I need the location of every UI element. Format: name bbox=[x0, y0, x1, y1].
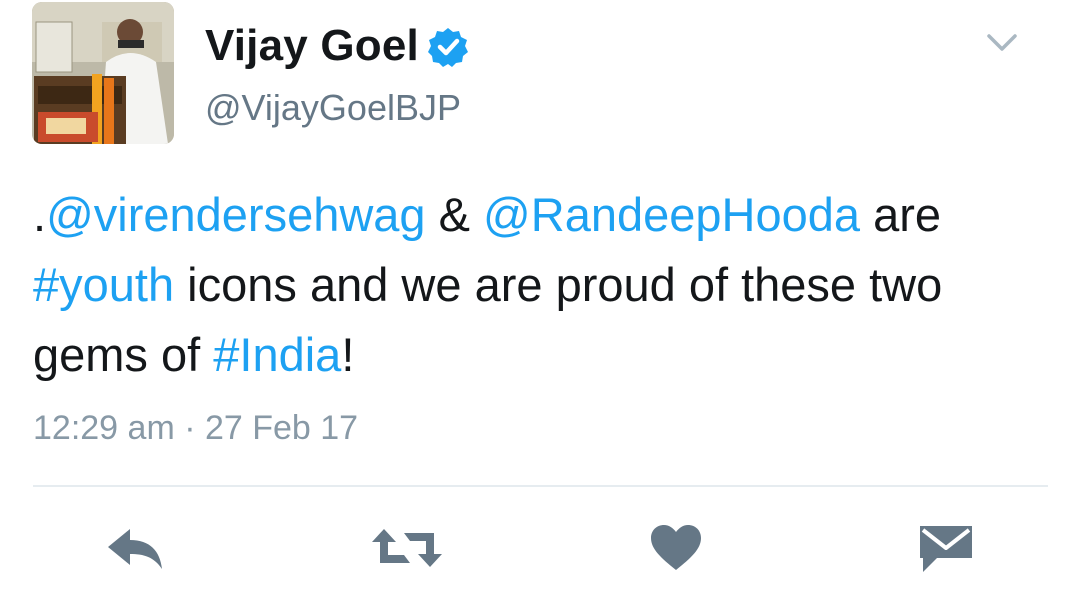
retweet-icon bbox=[372, 529, 442, 567]
direct-message-button[interactable] bbox=[914, 520, 978, 576]
tweet-card: Vijay Goel @VijayGoelBJP .@virendersehwa… bbox=[0, 0, 1070, 603]
mention-link[interactable]: @RandeepHooda bbox=[483, 188, 860, 241]
divider bbox=[33, 485, 1048, 487]
text-segment: are bbox=[860, 188, 942, 241]
text-segment: . bbox=[33, 188, 47, 241]
chevron-down-icon[interactable] bbox=[985, 32, 1019, 54]
tweet-timestamp[interactable]: 12:29 am · 27 Feb 17 bbox=[33, 406, 358, 450]
hashtag-link[interactable]: #India bbox=[213, 328, 341, 381]
retweet-button[interactable] bbox=[368, 520, 446, 576]
hashtag-link[interactable]: #youth bbox=[33, 258, 174, 311]
mention-link[interactable]: @virendersehwag bbox=[46, 188, 426, 241]
reply-icon bbox=[108, 529, 162, 569]
reply-button[interactable] bbox=[100, 520, 170, 576]
avatar[interactable] bbox=[32, 2, 174, 144]
text-segment: & bbox=[425, 188, 484, 241]
text-segment: ! bbox=[341, 328, 355, 381]
verified-badge-icon bbox=[428, 28, 468, 67]
tweet-text: .@virendersehwag & @RandeepHooda are #yo… bbox=[33, 180, 1043, 390]
envelope-icon bbox=[920, 526, 972, 572]
display-name[interactable]: Vijay Goel bbox=[205, 20, 419, 72]
heart-icon bbox=[651, 525, 701, 570]
like-button[interactable] bbox=[646, 520, 706, 576]
user-handle[interactable]: @VijayGoelBJP bbox=[205, 86, 461, 130]
